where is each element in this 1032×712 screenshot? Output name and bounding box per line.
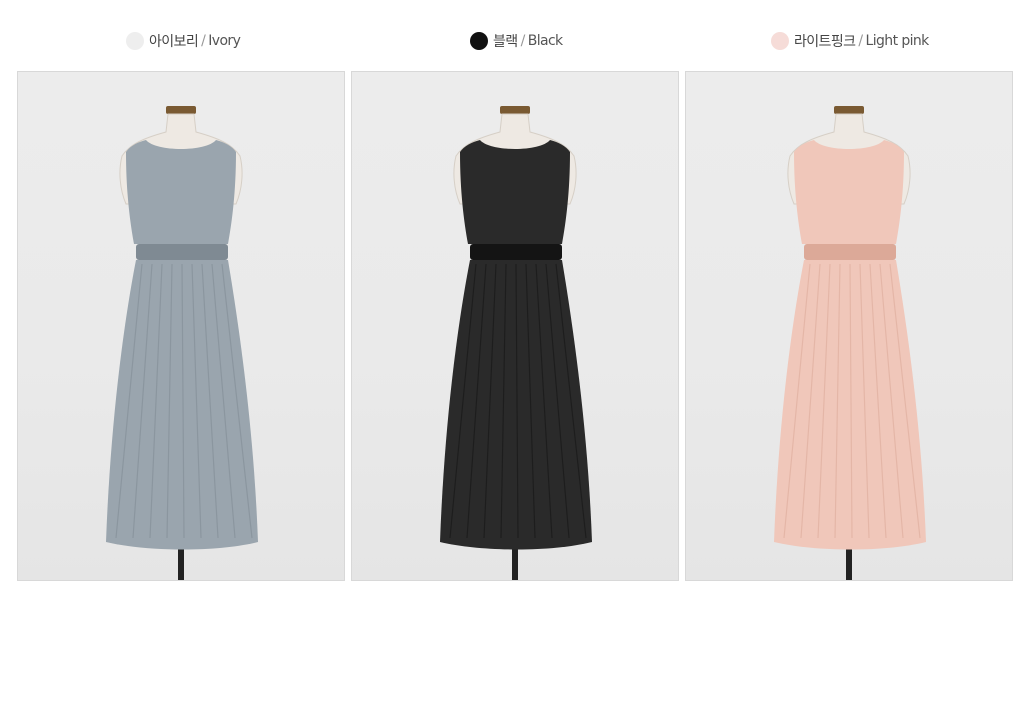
color-separator: / xyxy=(520,33,526,49)
light-pink-color-dot xyxy=(771,32,789,50)
dress-waistband xyxy=(470,244,562,260)
color-option-black: 블랙 / Black xyxy=(470,28,563,54)
dress-illustration xyxy=(106,106,258,580)
color-options: 아이보리 / Ivory 블랙 / Black 라이트핑크 / Light pi… xyxy=(0,28,1032,54)
dress-waistband xyxy=(804,244,896,260)
color-english-label: Ivory xyxy=(208,33,241,49)
dress-bodice xyxy=(460,140,570,244)
product-photo-ivory xyxy=(17,71,345,581)
color-korean-label: 블랙 xyxy=(493,34,518,50)
dress-bodice xyxy=(794,140,904,244)
color-english-label: Light pink xyxy=(865,33,930,49)
dress-waistband xyxy=(136,244,228,260)
ivory-color-dot xyxy=(126,32,144,50)
black-color-dot xyxy=(470,32,488,50)
dress-illustration xyxy=(440,106,592,580)
color-option-ivory: 아이보리 / Ivory xyxy=(126,28,241,54)
product-photo-black xyxy=(351,71,679,581)
mannequin-neck-cap xyxy=(834,106,864,114)
color-english-label: Black xyxy=(527,33,563,49)
dress-bodice xyxy=(126,140,236,244)
color-korean-label: 라이트핑크 xyxy=(794,34,856,50)
color-option-light-pink: 라이트핑크 / Light pink xyxy=(771,28,929,54)
product-photo-light-pink xyxy=(685,71,1013,581)
color-korean-label: 아이보리 xyxy=(149,34,199,50)
color-separator: / xyxy=(858,33,863,49)
color-separator: / xyxy=(201,33,206,49)
mannequin-neck-cap xyxy=(166,106,196,114)
mannequin-neck-cap xyxy=(500,106,530,114)
dress-illustration xyxy=(774,106,926,580)
